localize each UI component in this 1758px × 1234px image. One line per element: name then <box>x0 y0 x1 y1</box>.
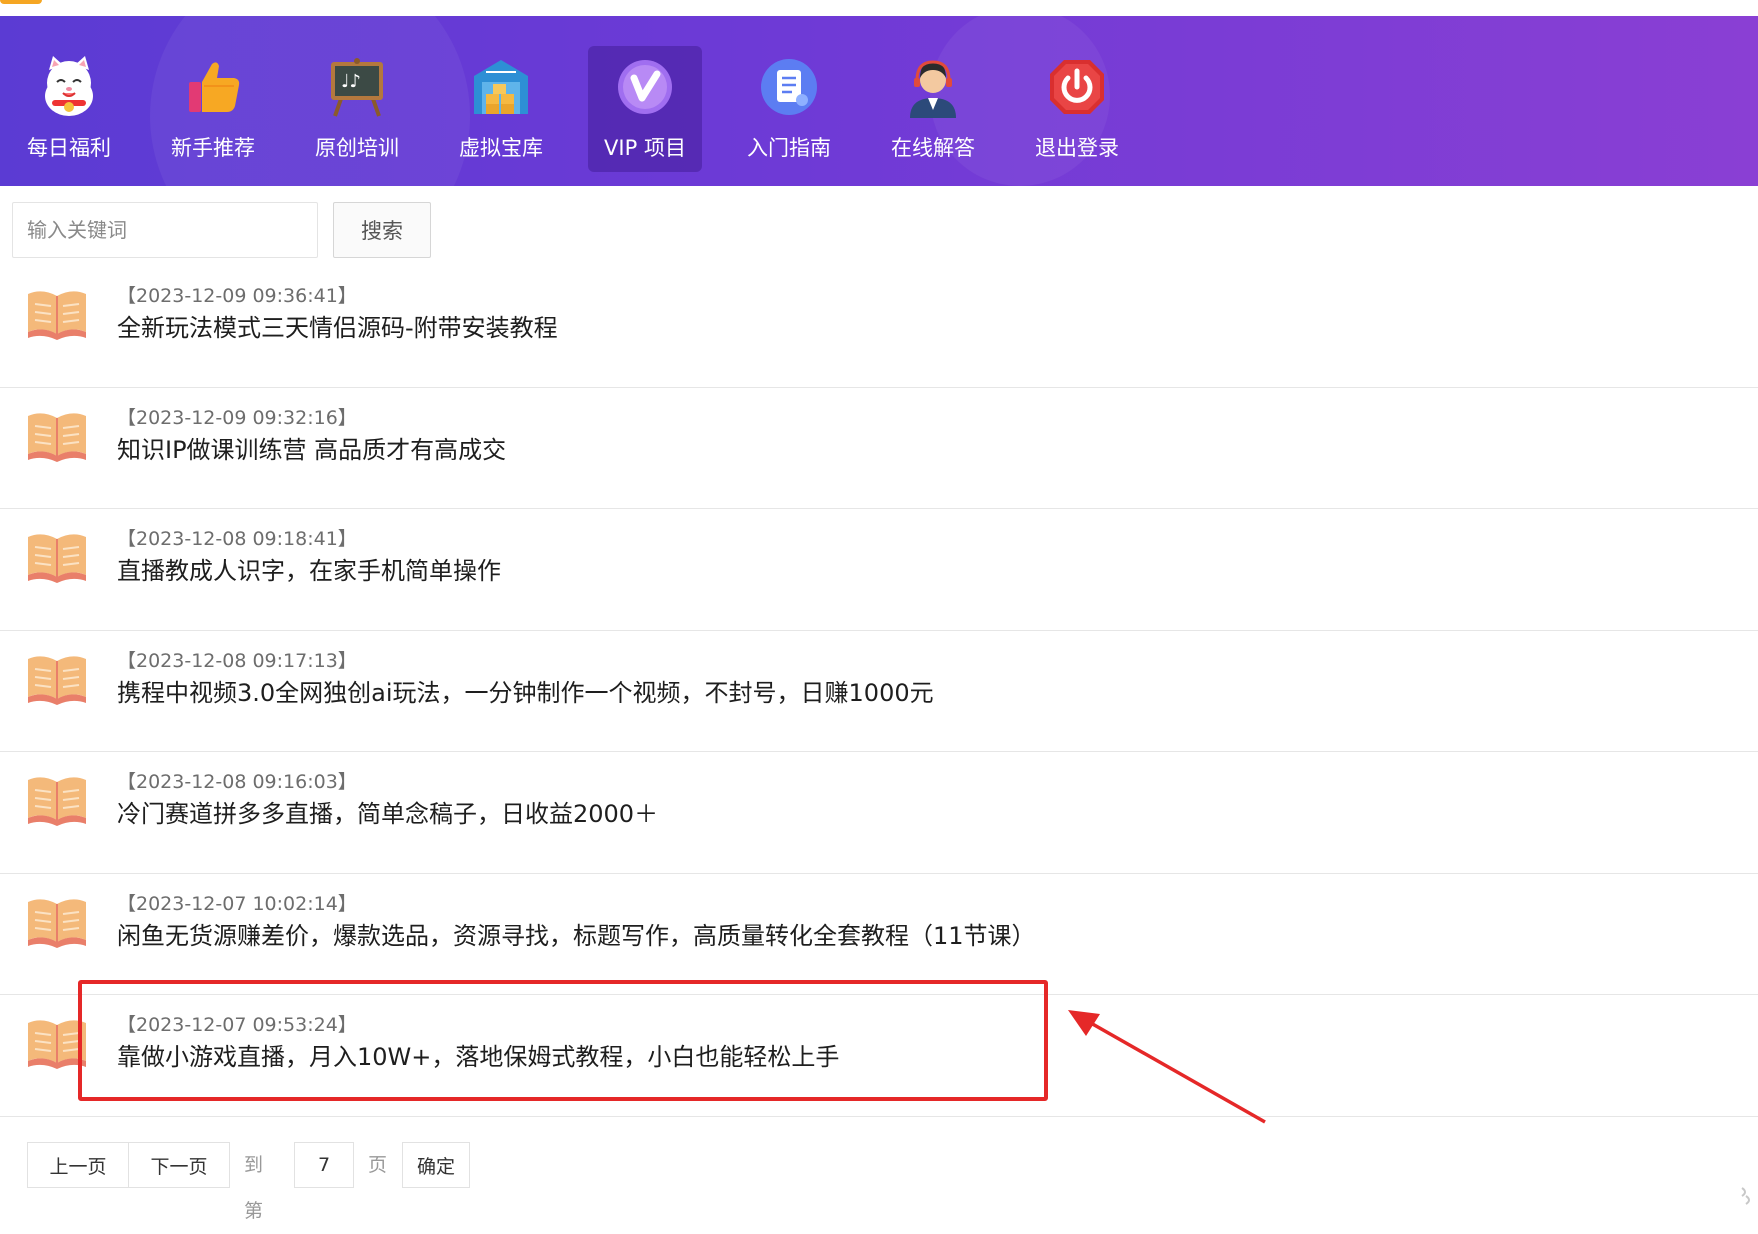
item-title-link[interactable]: 闲鱼无货源赚差价，爆款选品，资源寻找，标题写作，高质量转化全套教程（11节课） <box>117 916 1036 951</box>
list-item[interactable]: 【2023-12-09 09:32:16】 知识IP做课训练营 高品质才有高成交 <box>0 388 1758 509</box>
item-date: 【2023-12-08 09:18:41】 <box>117 528 357 550</box>
article-list: 【2023-12-09 09:36:41】 全新玩法模式三天情侣源码-附带安装教… <box>0 266 1758 1117</box>
top-strip <box>0 0 1758 16</box>
goto-suffix-label: 页 <box>368 1154 388 1176</box>
next-page-button[interactable]: 下一页 <box>128 1142 230 1188</box>
nav-item-online-answers[interactable]: 在线解答 <box>876 46 990 172</box>
svg-text:♩♪: ♩♪ <box>341 71 361 92</box>
search-input[interactable] <box>12 202 318 258</box>
nav-item-vip-projects[interactable]: VIP 项目 <box>588 46 702 172</box>
support-agent-icon <box>910 60 956 118</box>
goto-prefix-label: 到第 <box>244 1154 264 1222</box>
nav-item-daily-welfare[interactable]: 每日福利 <box>12 46 126 172</box>
book-icon <box>28 1020 86 1069</box>
list-item[interactable]: 【2023-12-07 09:53:24】 靠做小游戏直播，月入10W+，落地保… <box>0 995 1758 1117</box>
book-icon <box>28 777 86 826</box>
nav-item-beginner-guide[interactable]: 入门指南 <box>732 46 846 172</box>
item-date: 【2023-12-09 09:36:41】 <box>117 285 357 307</box>
book-icon <box>28 412 86 462</box>
list-item[interactable]: 【2023-12-08 09:18:41】 直播教成人识字，在家手机简单操作 <box>0 509 1758 631</box>
book-icon <box>28 898 86 948</box>
nav-item-label: 入门指南 <box>747 136 831 160</box>
list-item[interactable]: 【2023-12-08 09:16:03】 冷门赛道拼多多直播，简单念稿子，日收… <box>0 752 1758 874</box>
item-title-link[interactable]: 冷门赛道拼多多直播，简单念稿子，日收益2000＋ <box>117 794 658 829</box>
vip-icon <box>618 60 672 114</box>
prev-page-button[interactable]: 上一页 <box>27 1142 129 1188</box>
book-icon <box>28 655 86 705</box>
confirm-page-button[interactable]: 确定 <box>402 1142 470 1188</box>
blackboard-icon: ♩♪ <box>331 58 383 117</box>
item-date: 【2023-12-08 09:17:13】 <box>117 649 357 672</box>
nav-item-virtual-treasury[interactable]: 虚拟宝库 <box>444 46 558 172</box>
nav-item-original-training[interactable]: ♩♪ 原创培训 <box>300 46 414 172</box>
item-title-link[interactable]: 全新玩法模式三天情侣源码-附带安装教程 <box>117 308 558 343</box>
nav-item-label: 退出登录 <box>1035 136 1119 160</box>
nav-item-label: VIP 项目 <box>604 136 686 160</box>
list-item[interactable]: 【2023-12-08 09:17:13】 携程中视频3.0全网独创ai玩法，一… <box>0 631 1758 752</box>
nav-item-label: 原创培训 <box>315 136 399 160</box>
item-date: 【2023-12-09 09:32:16】 <box>117 406 357 429</box>
warehouse-icon <box>474 60 528 114</box>
nav-item-label: 在线解答 <box>891 136 975 160</box>
search-button[interactable]: 搜索 <box>333 202 431 258</box>
nav-item-label: 每日福利 <box>27 136 111 160</box>
main-nav-bar: 每日福利 新手推荐 ♩♪ 原创培训 虚拟宝库 VIP 项目 入门指南 在线解答 … <box>0 16 1758 186</box>
item-title-link[interactable]: 携程中视频3.0全网独创ai玩法，一分钟制作一个视频，不封号，日赚1000元 <box>117 673 934 708</box>
nav-item-label: 新手推荐 <box>171 136 255 160</box>
item-title-link[interactable]: 知识IP做课训练营 高品质才有高成交 <box>117 430 506 465</box>
book-icon <box>28 534 86 583</box>
item-title-link[interactable]: 直播教成人识字，在家手机简单操作 <box>117 551 501 586</box>
list-item[interactable]: 【2023-12-07 10:02:14】 闲鱼无货源赚差价，爆款选品，资源寻找… <box>0 874 1758 995</box>
item-title-link[interactable]: 靠做小游戏直播，月入10W+，落地保姆式教程，小白也能轻松上手 <box>117 1037 839 1072</box>
item-date: 【2023-12-07 10:02:14】 <box>117 892 357 915</box>
item-date: 【2023-12-08 09:16:03】 <box>117 771 357 793</box>
document-icon <box>761 59 817 115</box>
nav-item-label: 虚拟宝库 <box>459 136 543 160</box>
corner-mark-icon <box>1741 1187 1750 1205</box>
book-icon <box>28 291 86 340</box>
page-number-input[interactable] <box>294 1142 354 1188</box>
power-icon <box>1050 60 1104 114</box>
thumbs-up-icon <box>189 62 240 112</box>
orange-tab-marker <box>0 0 42 4</box>
lucky-cat-icon <box>45 56 93 116</box>
list-item[interactable]: 【2023-12-09 09:36:41】 全新玩法模式三天情侣源码-附带安装教… <box>0 266 1758 388</box>
nav-item-logout[interactable]: 退出登录 <box>1020 46 1134 172</box>
item-date: 【2023-12-07 09:53:24】 <box>117 1014 357 1036</box>
nav-item-newbie-recommend[interactable]: 新手推荐 <box>156 46 270 172</box>
